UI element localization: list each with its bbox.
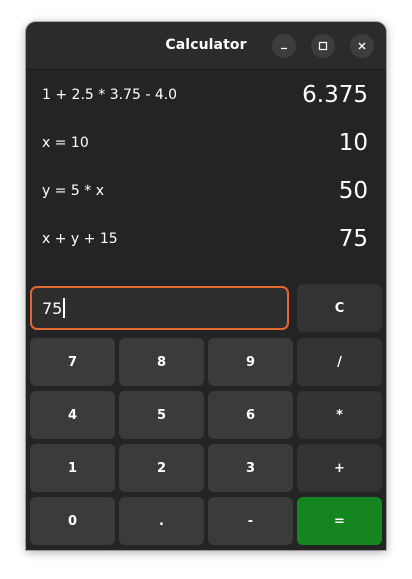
digit-6-button[interactable]: 6 <box>208 391 293 439</box>
expression-input-value: 75 <box>42 298 63 318</box>
close-button[interactable] <box>350 34 374 58</box>
minimize-icon <box>281 47 287 50</box>
history-result: 50 <box>338 178 368 204</box>
history-row[interactable]: 1 + 2.5 * 3.75 - 4.0 6.375 <box>26 77 386 117</box>
plus-button[interactable]: + <box>297 444 382 492</box>
clear-button[interactable]: C <box>297 284 382 332</box>
digit-4-button[interactable]: 4 <box>30 391 115 439</box>
digit-2-button[interactable]: 2 <box>119 444 204 492</box>
digit-3-button[interactable]: 3 <box>208 444 293 492</box>
minimize-button[interactable] <box>272 34 296 58</box>
multiply-button[interactable]: * <box>297 391 382 439</box>
title-bar[interactable]: Calculator <box>26 22 386 70</box>
text-caret <box>63 298 65 318</box>
calculator-window: Calculator 1 + 2.5 * 3.75 - 4.0 6.375 x … <box>26 22 386 550</box>
history-expression: x + y + 15 <box>42 231 118 247</box>
history-expression: y = 5 * x <box>42 183 105 199</box>
history-expression: 1 + 2.5 * 3.75 - 4.0 <box>42 87 178 103</box>
digit-1-button[interactable]: 1 <box>30 444 115 492</box>
history-result: 10 <box>338 130 368 156</box>
history-row[interactable]: y = 5 * x 50 <box>26 173 386 213</box>
close-icon <box>358 42 366 50</box>
expression-input[interactable]: 75 <box>30 286 289 330</box>
digit-8-button[interactable]: 8 <box>119 338 204 386</box>
decimal-point-button[interactable]: . <box>119 497 204 545</box>
digit-0-button[interactable]: 0 <box>30 497 115 545</box>
history-result: 75 <box>338 226 368 252</box>
history-row[interactable]: x + y + 15 75 <box>26 221 386 261</box>
digit-5-button[interactable]: 5 <box>119 391 204 439</box>
minus-button[interactable]: - <box>208 497 293 545</box>
maximize-icon <box>318 41 328 51</box>
history-result: 6.375 <box>302 82 368 108</box>
divide-button[interactable]: / <box>297 338 382 386</box>
digit-7-button[interactable]: 7 <box>30 338 115 386</box>
maximize-button[interactable] <box>311 34 335 58</box>
digit-9-button[interactable]: 9 <box>208 338 293 386</box>
equals-button[interactable]: = <box>297 497 382 545</box>
history-row[interactable]: x = 10 10 <box>26 125 386 165</box>
history-expression: x = 10 <box>42 135 89 151</box>
